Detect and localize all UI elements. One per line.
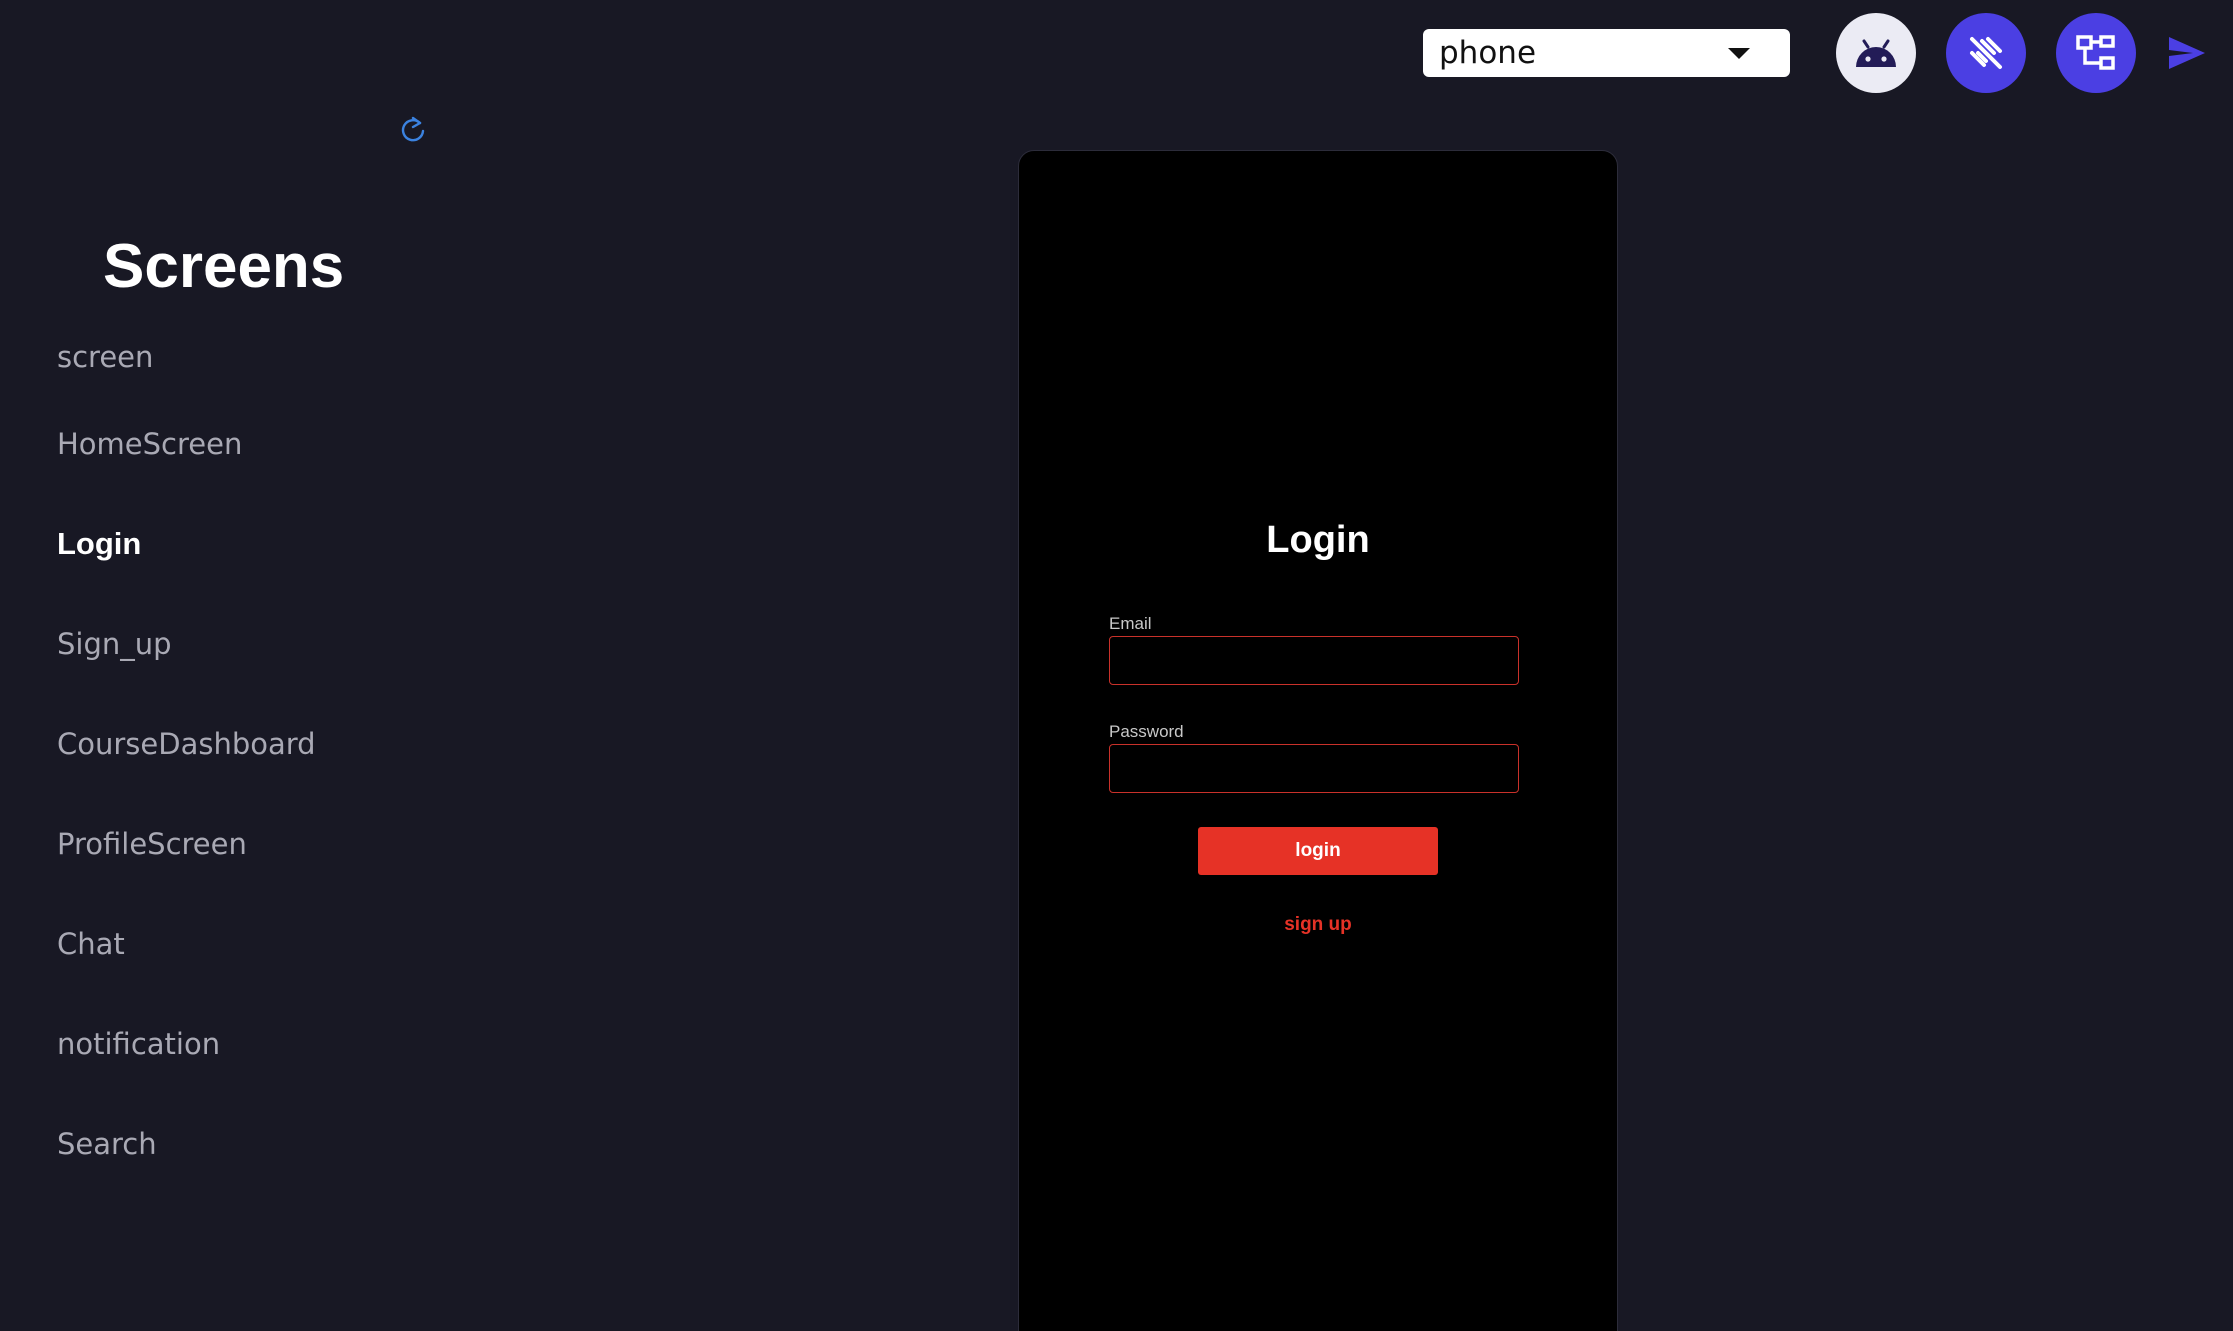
component-tree-icon — [2076, 35, 2115, 70]
screen-item-profilescreen[interactable]: ProfileScreen — [57, 794, 316, 894]
app-root: phone Screens screen HomeScreen Login Si… — [0, 0, 2233, 1331]
android-icon — [1856, 39, 1896, 67]
email-label: Email — [1109, 614, 1152, 633]
password-field[interactable] — [1109, 744, 1519, 793]
caret-down-icon — [1728, 47, 1750, 59]
sign-up-link[interactable]: sign up — [1019, 914, 1617, 936]
device-select-value: phone — [1439, 35, 1537, 71]
refresh-icon — [401, 116, 425, 142]
screen-item-coursedashboard[interactable]: CourseDashboard — [57, 694, 316, 794]
link-off-icon — [1970, 37, 2002, 69]
refresh-button[interactable] — [398, 115, 428, 145]
unlink-button[interactable] — [1946, 13, 2026, 93]
phone-preview: Login Email Password login sign up — [1018, 150, 1618, 1331]
login-title: Login — [1266, 519, 1370, 561]
android-button[interactable] — [1836, 13, 1916, 93]
screen-item-notification[interactable]: notification — [57, 994, 316, 1094]
login-button[interactable]: login — [1198, 827, 1438, 875]
screen-item-sign-up[interactable]: Sign_up — [57, 594, 316, 694]
email-field[interactable] — [1109, 636, 1519, 685]
send-button[interactable] — [2164, 30, 2210, 76]
screen-item-search[interactable]: Search — [57, 1094, 316, 1194]
screen-item-login[interactable]: Login — [57, 494, 316, 594]
screen-item-chat[interactable]: Chat — [57, 894, 316, 994]
screen-item-homescreen[interactable]: HomeScreen — [57, 394, 316, 494]
send-icon — [2169, 37, 2205, 69]
component-tree-button[interactable] — [2056, 13, 2136, 93]
sidebar-title: Screens — [103, 232, 345, 301]
password-label: Password — [1109, 722, 1184, 741]
device-select[interactable]: phone — [1423, 29, 1790, 77]
screen-item-screen[interactable]: screen — [57, 340, 316, 394]
screen-list: screen HomeScreen Login Sign_up CourseDa… — [57, 340, 316, 1194]
